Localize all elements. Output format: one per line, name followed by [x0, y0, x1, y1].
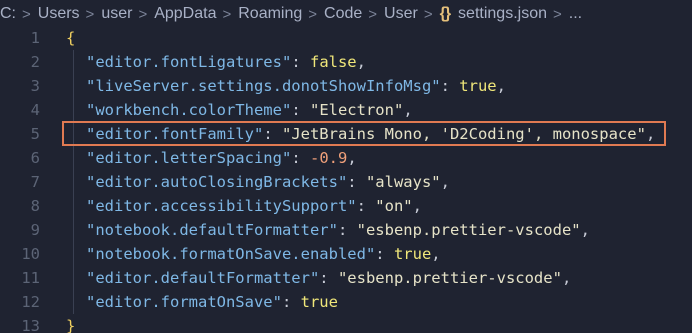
setting-key: "editor.autoClosingBrackets": [86, 173, 348, 191]
json-braces-icon: {}: [439, 5, 451, 22]
code-line-setting[interactable]: "editor.letterSpacing": -0.9,: [66, 146, 692, 170]
trailing-comma: ,: [403, 101, 413, 119]
breadcrumb-item-user-folder[interactable]: User: [382, 5, 420, 23]
code-line-open-brace[interactable]: {: [66, 26, 692, 50]
code-line-setting[interactable]: "notebook.defaultFormatter": "esbenp.pre…: [66, 218, 692, 242]
breadcrumb-separator: >: [423, 5, 433, 23]
colon: :: [281, 293, 301, 311]
breadcrumb-item-user[interactable]: user: [99, 5, 134, 23]
trailing-comma: ,: [431, 245, 441, 263]
line-number-gutter: 1 2 3 4 5 6 7 8 9 10 11 12 13: [0, 26, 40, 333]
colon: :: [291, 149, 310, 167]
code-line-setting[interactable]: "notebook.formatOnSave.enabled": true,: [66, 242, 692, 266]
code-line-setting[interactable]: "editor.defaultFormatter": "esbenp.prett…: [66, 266, 692, 290]
colon: :: [337, 221, 357, 239]
trailing-comma: ,: [496, 77, 506, 95]
line-number: 6: [30, 149, 40, 167]
breadcrumb-item-drive[interactable]: C:: [0, 5, 18, 23]
setting-value: false: [309, 53, 357, 71]
code-line-setting[interactable]: "editor.fontLigatures": false,: [66, 50, 692, 74]
open-brace: {: [66, 29, 76, 47]
breadcrumb-item-users[interactable]: Users: [36, 5, 82, 23]
setting-value: "on": [375, 197, 413, 215]
breadcrumb-separator: >: [308, 5, 318, 23]
code-line-setting[interactable]: "liveServer.settings.donotShowInfoMsg": …: [66, 74, 692, 98]
code-line-close-brace[interactable]: }: [66, 314, 692, 333]
line-number: 3: [30, 77, 40, 95]
breadcrumb-item-file[interactable]: settings.json: [456, 5, 549, 23]
trailing-comma: ,: [356, 53, 366, 71]
colon: :: [356, 197, 376, 215]
breadcrumb-separator: >: [22, 5, 31, 23]
code-line-setting[interactable]: "editor.fontFamily": "JetBrains Mono, 'D…: [66, 122, 692, 146]
line-number: 4: [30, 101, 40, 119]
setting-value: true: [459, 77, 497, 95]
code-editor[interactable]: C: > Users > user > AppData > Roaming > …: [0, 0, 692, 333]
setting-value: true: [300, 293, 338, 311]
setting-key: "editor.accessibilitySupport": [86, 197, 357, 215]
colon: :: [291, 53, 310, 71]
code-line-setting[interactable]: "editor.formatOnSave": true: [66, 290, 692, 314]
line-number: 5: [30, 125, 40, 143]
colon: :: [440, 77, 460, 95]
breadcrumb-ellipsis[interactable]: ...: [567, 5, 584, 23]
breadcrumb-item-code[interactable]: Code: [322, 5, 364, 23]
line-number: 7: [30, 173, 40, 191]
line-number: 9: [30, 221, 40, 239]
setting-key: "notebook.formatOnSave.enabled": [86, 245, 376, 263]
setting-key: "editor.fontFamily": [86, 125, 264, 143]
close-brace: }: [66, 317, 76, 333]
breadcrumb-separator: >: [368, 5, 378, 23]
setting-key: "workbench.colorTheme": [86, 101, 292, 119]
trailing-comma: ,: [347, 149, 357, 167]
colon: :: [347, 173, 366, 191]
trailing-comma: ,: [561, 269, 572, 287]
line-number: 13: [21, 317, 40, 333]
breadcrumb-separator: >: [85, 5, 95, 23]
trailing-comma: ,: [580, 221, 590, 239]
settings-entries: "editor.fontLigatures": false, "liveServe…: [66, 50, 692, 314]
setting-key: "editor.defaultFormatter": [86, 269, 320, 287]
code-line-setting[interactable]: "editor.autoClosingBrackets": "always",: [66, 170, 692, 194]
breadcrumb: C: > Users > user > AppData > Roaming > …: [0, 0, 692, 28]
setting-key: "editor.letterSpacing": [86, 149, 292, 167]
colon: :: [375, 245, 394, 263]
breadcrumb-separator: >: [552, 5, 562, 23]
trailing-comma: ,: [645, 125, 656, 143]
setting-key: "editor.formatOnSave": [86, 293, 282, 311]
trailing-comma: ,: [440, 173, 450, 191]
code-line-setting[interactable]: "workbench.colorTheme": "Electron",: [66, 98, 692, 122]
breadcrumb-separator: >: [138, 5, 148, 23]
trailing-comma: ,: [412, 197, 422, 215]
code-line-setting[interactable]: "editor.accessibilitySupport": "on",: [66, 194, 692, 218]
setting-value: "JetBrains Mono, 'D2Coding', monospace": [281, 125, 646, 143]
setting-key: "editor.fontLigatures": [86, 53, 292, 71]
breadcrumb-separator: >: [222, 5, 232, 23]
setting-value: "always": [365, 173, 441, 191]
line-number: 10: [21, 245, 40, 263]
line-number: 12: [21, 293, 40, 311]
colon: :: [291, 101, 310, 119]
setting-key: "notebook.defaultFormatter": [86, 221, 338, 239]
line-number: 1: [30, 29, 40, 47]
setting-value: -0.9: [309, 149, 348, 167]
breadcrumb-item-roaming[interactable]: Roaming: [236, 5, 304, 23]
colon: :: [263, 125, 282, 143]
breadcrumb-item-appdata[interactable]: AppData: [152, 5, 218, 23]
line-number: 8: [30, 197, 40, 215]
setting-value: "esbenp.prettier-vscode": [337, 269, 562, 287]
setting-value: "esbenp.prettier-vscode": [356, 221, 581, 239]
line-number: 11: [21, 269, 40, 287]
code-area[interactable]: { "editor.fontLigatures": false, "liveSer…: [66, 26, 692, 333]
setting-value: true: [393, 245, 432, 263]
line-number: 2: [30, 53, 40, 71]
setting-value: "Electron": [309, 101, 404, 119]
setting-key: "liveServer.settings.donotShowInfoMsg": [86, 77, 441, 95]
colon: :: [319, 269, 338, 287]
